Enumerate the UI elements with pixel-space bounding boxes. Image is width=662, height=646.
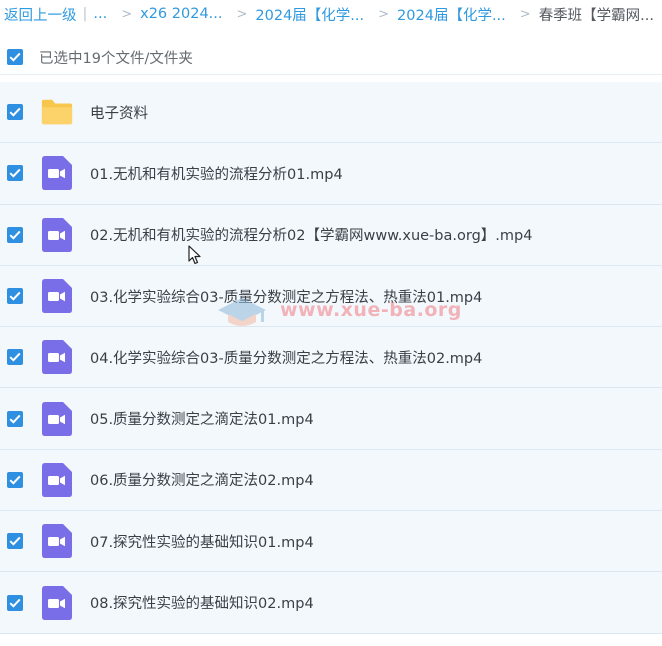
breadcrumb-separator: > [236,6,248,22]
row-checkbox[interactable] [7,226,23,243]
select-all-row: 已选中19个文件/文件夹 [0,40,662,75]
file-browser: 返回上一级 | ... > x26 2024... > 2024届【化学... … [0,0,662,646]
checkmark-icon [9,414,21,424]
checkmark-icon [9,52,21,62]
folder-icon [40,95,74,129]
row-checkbox[interactable] [7,288,23,305]
breadcrumb-separator: > [519,6,531,22]
row-checkbox[interactable] [7,165,23,182]
file-row[interactable]: 06.质量分数测定之滴定法02.mp4 [0,449,662,512]
checkmark-icon [9,169,21,179]
breadcrumb-item-3[interactable]: 2024届【化学... [397,4,506,25]
file-name[interactable]: 05.质量分数测定之滴定法01.mp4 [90,408,314,429]
file-row[interactable]: 07.探究性实验的基础知识01.mp4 [0,511,662,573]
file-name[interactable]: 06.质量分数测定之滴定法02.mp4 [90,469,314,490]
video-file-icon [40,462,74,497]
file-row[interactable]: 电子资料 [0,82,662,144]
file-list: 电子资料 01.无机和有机实验的流程分析01.mp4 02.无机和有机实验的流程… [0,82,662,634]
checkmark-icon [9,230,21,240]
file-name[interactable]: 02.无机和有机实验的流程分析02【学霸网www.xue-ba.org】.mp4 [90,224,532,245]
file-name[interactable]: 04.化学实验综合03-质量分数测定之方程法、热重法02.mp4 [90,347,482,368]
breadcrumb-item-1[interactable]: x26 2024... [140,6,222,22]
row-checkbox[interactable] [7,594,23,611]
row-checkbox[interactable] [7,471,23,488]
file-name[interactable]: 01.无机和有机实验的流程分析01.mp4 [90,163,343,184]
breadcrumb-separator: > [121,6,133,22]
file-row[interactable]: 02.无机和有机实验的流程分析02【学霸网www.xue-ba.org】.mp4 [0,204,662,266]
file-name[interactable]: 08.探究性实验的基础知识02.mp4 [90,592,314,613]
row-checkbox[interactable] [7,410,23,427]
file-row[interactable]: 04.化学实验综合03-质量分数测定之方程法、热重法02.mp4 [0,327,662,389]
checkmark-icon [9,536,21,546]
back-link[interactable]: 返回上一级 [4,4,77,25]
breadcrumb-separator: > [378,6,390,22]
checkmark-icon [9,107,21,117]
breadcrumb-item-2[interactable]: 2024届【化学... [255,4,364,25]
select-all-checkbox[interactable] [7,49,23,65]
video-file-icon [40,279,74,314]
breadcrumb-ellipsis[interactable]: ... [93,6,107,22]
checkmark-icon [9,475,21,485]
row-checkbox[interactable] [7,533,23,550]
video-file-icon [40,156,74,191]
file-name[interactable]: 03.化学实验综合03-质量分数测定之方程法、热重法01.mp4 [90,286,482,307]
row-checkbox[interactable] [7,349,23,366]
video-file-icon [40,401,74,436]
checkmark-icon [9,598,21,608]
checkmark-icon [9,291,21,301]
row-checkbox[interactable] [7,104,23,121]
selection-count-label: 已选中19个文件/文件夹 [39,50,193,67]
video-file-icon [40,524,74,559]
file-row[interactable]: 08.探究性实验的基础知识02.mp4 [0,572,662,634]
breadcrumb-divider: | [82,6,88,22]
file-row[interactable]: 05.质量分数测定之滴定法01.mp4 [0,388,662,450]
file-row[interactable]: 03.化学实验综合03-质量分数测定之方程法、热重法01.mp4 [0,265,662,328]
file-name[interactable]: 电子资料 [90,102,148,123]
checkmark-icon [9,353,21,362]
video-file-icon [40,340,74,375]
file-name[interactable]: 07.探究性实验的基础知识01.mp4 [90,531,314,552]
video-file-icon [40,217,74,252]
file-row[interactable]: 01.无机和有机实验的流程分析01.mp4 [0,143,662,205]
breadcrumb: 返回上一级 | ... > x26 2024... > 2024届【化学... … [0,0,662,28]
video-file-icon [40,585,74,620]
breadcrumb-current: 春季班【学霸网... [538,7,655,24]
